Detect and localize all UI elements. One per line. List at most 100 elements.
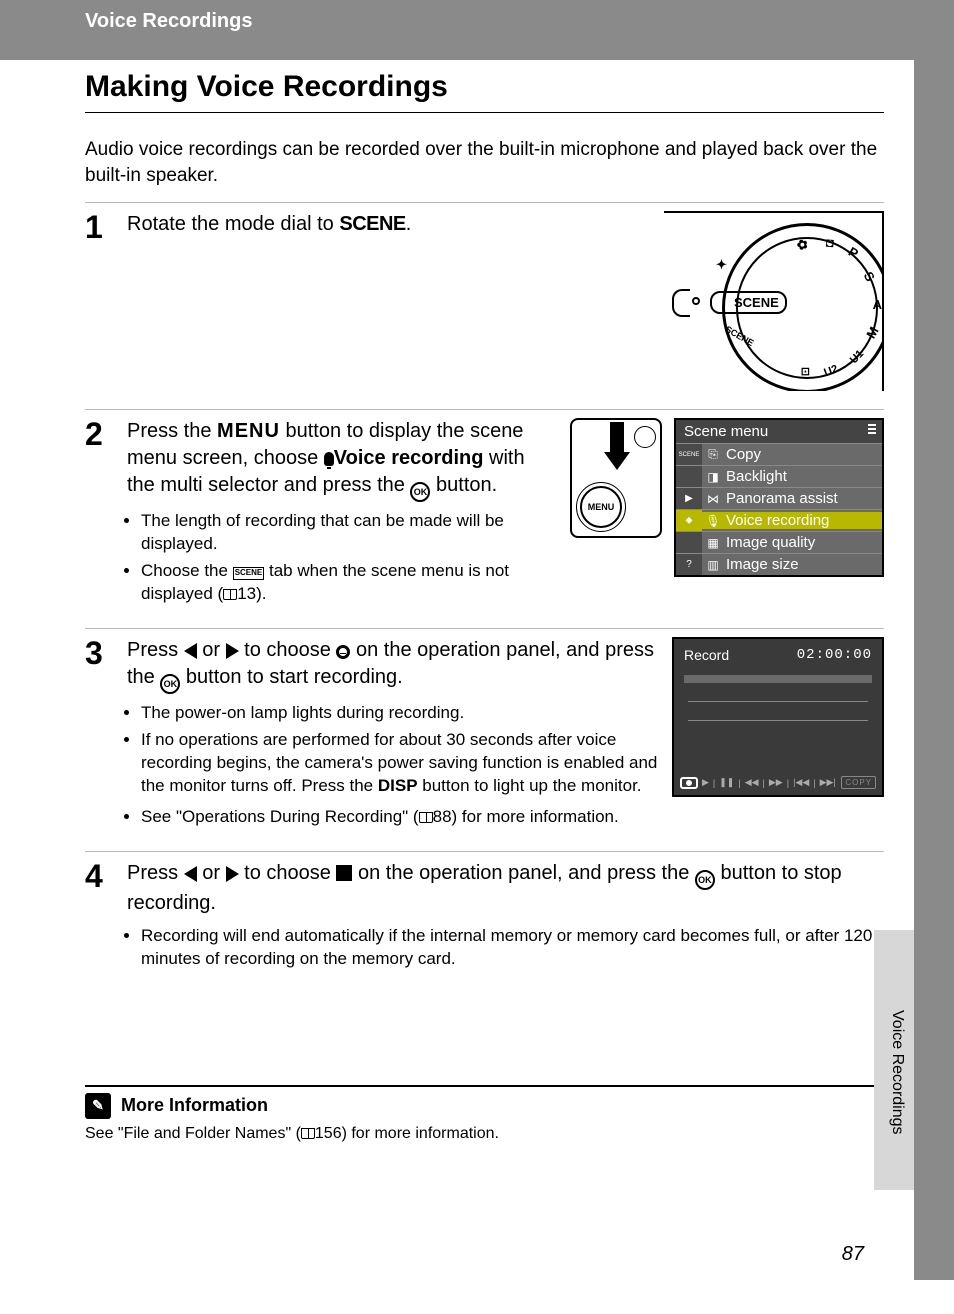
forward-icon: ▶▶ <box>769 777 783 788</box>
ok-icon: OK <box>695 870 715 890</box>
step-2-figure: MENU Scene menu SCENE ⎘Copy <box>570 418 884 577</box>
menu-button-label: MENU <box>580 486 622 528</box>
book-icon <box>301 1128 315 1139</box>
bullet: The length of recording that can be made… <box>141 510 556 556</box>
book-icon <box>223 589 237 600</box>
record-label: Record <box>684 647 729 663</box>
scene-tab-icon: SCENE <box>233 567 265 580</box>
step-3-bullets-cont: See "Operations During Recording" (88) f… <box>127 806 884 829</box>
page-ref: 88) for more information. <box>433 807 619 826</box>
record-icon <box>336 645 350 659</box>
step-number: 2 <box>85 418 109 610</box>
intro-text: Audio voice recordings can be recorded o… <box>85 137 884 188</box>
more-information-box: ✎ More Information See "File and Folder … <box>85 1085 884 1143</box>
item-label: Image size <box>724 556 882 573</box>
rewind-icon: ◀◀ <box>745 777 759 788</box>
side-tab-icon: ? <box>676 554 702 575</box>
menu-item-backlight: ◨Backlight <box>676 465 882 487</box>
bold-text: Voice recording <box>334 447 484 469</box>
menu-button-figure: MENU <box>570 418 662 538</box>
bullet: See "Operations During Recording" (88) f… <box>141 806 884 829</box>
item-icon: ⎘ <box>702 447 724 462</box>
step-2-bullets: The length of recording that can be made… <box>127 510 556 606</box>
menu-word: MENU <box>217 420 280 442</box>
bullet: If no operations are performed for about… <box>141 729 658 798</box>
step-3-text: Press or to choose on the operation pane… <box>127 637 658 694</box>
text: Press the <box>127 420 217 442</box>
item-label: Backlight <box>724 468 882 485</box>
menu-item-image-size: ? ▥Image size <box>676 553 882 575</box>
text: . <box>406 213 412 235</box>
step-1-text: Rotate the mode dial to SCENE. <box>127 211 650 238</box>
record-time: 02:00:00 <box>797 647 872 663</box>
text: on the operation panel, and press the <box>352 862 694 884</box>
step-2: 2 Press the MENU button to display the s… <box>85 409 884 610</box>
page-ref: 13). <box>237 584 266 603</box>
text: or <box>197 862 226 884</box>
step-number: 3 <box>85 637 109 833</box>
pause-icon: ❚❚ <box>719 777 734 788</box>
skip-back-icon: |◀◀ <box>793 777 809 788</box>
text: Rotate the mode dial to <box>127 213 339 235</box>
page-frame: Voice Recordings Making Voice Recordings… <box>0 0 954 1280</box>
side-tab-icon: SCENE <box>676 444 702 465</box>
text: Press <box>127 639 184 661</box>
bullet: The power-on lamp lights during recordin… <box>141 702 658 725</box>
item-icon: ⋈ <box>702 492 724 506</box>
mic-icon <box>324 452 334 466</box>
step-3: 3 Press or to choose on the operation pa… <box>85 628 884 833</box>
step-4-bullets: Recording will end automatically if the … <box>127 925 884 971</box>
text: button. <box>430 474 497 496</box>
left-arrow-icon <box>184 866 197 882</box>
page-number: 87 <box>842 1243 864 1266</box>
step-2-text: Press the MENU button to display the sce… <box>127 418 556 502</box>
menu-item-copy: SCENE ⎘Copy <box>676 443 882 465</box>
scene-menu-title: Scene menu <box>676 420 882 443</box>
text: button to start recording. <box>180 666 402 688</box>
step-number: 1 <box>85 211 109 391</box>
side-tab-icon: ▶ <box>676 488 702 509</box>
record-lcd: Record 02:00:00 ▶ | ❚❚ | ◀◀ <box>672 637 884 797</box>
step-number: 4 <box>85 860 109 975</box>
item-label: Image quality <box>724 534 882 551</box>
info-icon: ✎ <box>85 1093 111 1119</box>
menu-more-icon <box>868 424 876 434</box>
skip-fwd-icon: ▶▶| <box>820 777 836 788</box>
text: or <box>197 639 226 661</box>
mic-icon: 🎙 <box>702 514 724 528</box>
right-arrow-icon <box>226 643 239 659</box>
scene-word: SCENE <box>339 213 405 235</box>
stop-icon <box>336 865 352 881</box>
item-label: Copy <box>724 446 882 463</box>
step-4-text: Press or to choose on the operation pane… <box>127 860 884 917</box>
text: Scene menu <box>684 423 768 440</box>
left-arrow-icon <box>184 643 197 659</box>
page-ref: 156) for more information. <box>315 1125 499 1142</box>
right-arrow-icon <box>226 866 239 882</box>
text: button to light up the monitor. <box>418 776 642 795</box>
text: Choose the <box>141 561 233 580</box>
more-info-body: See "File and Folder Names" (156) for mo… <box>85 1125 884 1143</box>
bullet: Choose the SCENE tab when the scene menu… <box>141 560 556 606</box>
step-1: 1 Rotate the mode dial to SCENE. SCENE <box>85 202 884 391</box>
record-button-icon <box>680 777 698 789</box>
menu-item-voice-recording: ⬥ 🎙Voice recording <box>676 509 882 531</box>
copy-button: COPY <box>841 776 876 789</box>
item-icon: ▥ <box>702 558 724 572</box>
item-icon: ◨ <box>702 470 724 484</box>
menu-item-panorama: ▶ ⋈Panorama assist <box>676 487 882 509</box>
text: to choose <box>239 639 337 661</box>
more-info-heading: More Information <box>121 1095 268 1116</box>
text: to choose <box>239 862 337 884</box>
menu-item-image-quality: ▦Image quality <box>676 531 882 553</box>
side-section-label: Voice Recordings <box>888 1010 906 1135</box>
ok-icon: OK <box>410 482 430 502</box>
chapter-label: Voice Recordings <box>85 10 252 33</box>
text: Press <box>127 862 184 884</box>
bullet: Recording will end automatically if the … <box>141 925 884 971</box>
step-4: 4 Press or to choose on the operation pa… <box>85 851 884 975</box>
side-tab-icon: ⬥ <box>676 510 702 531</box>
scene-menu-lcd: Scene menu SCENE ⎘Copy ◨Backlight <box>674 418 884 577</box>
book-icon <box>419 812 433 823</box>
step-3-bullets: The power-on lamp lights during recordin… <box>127 702 658 798</box>
